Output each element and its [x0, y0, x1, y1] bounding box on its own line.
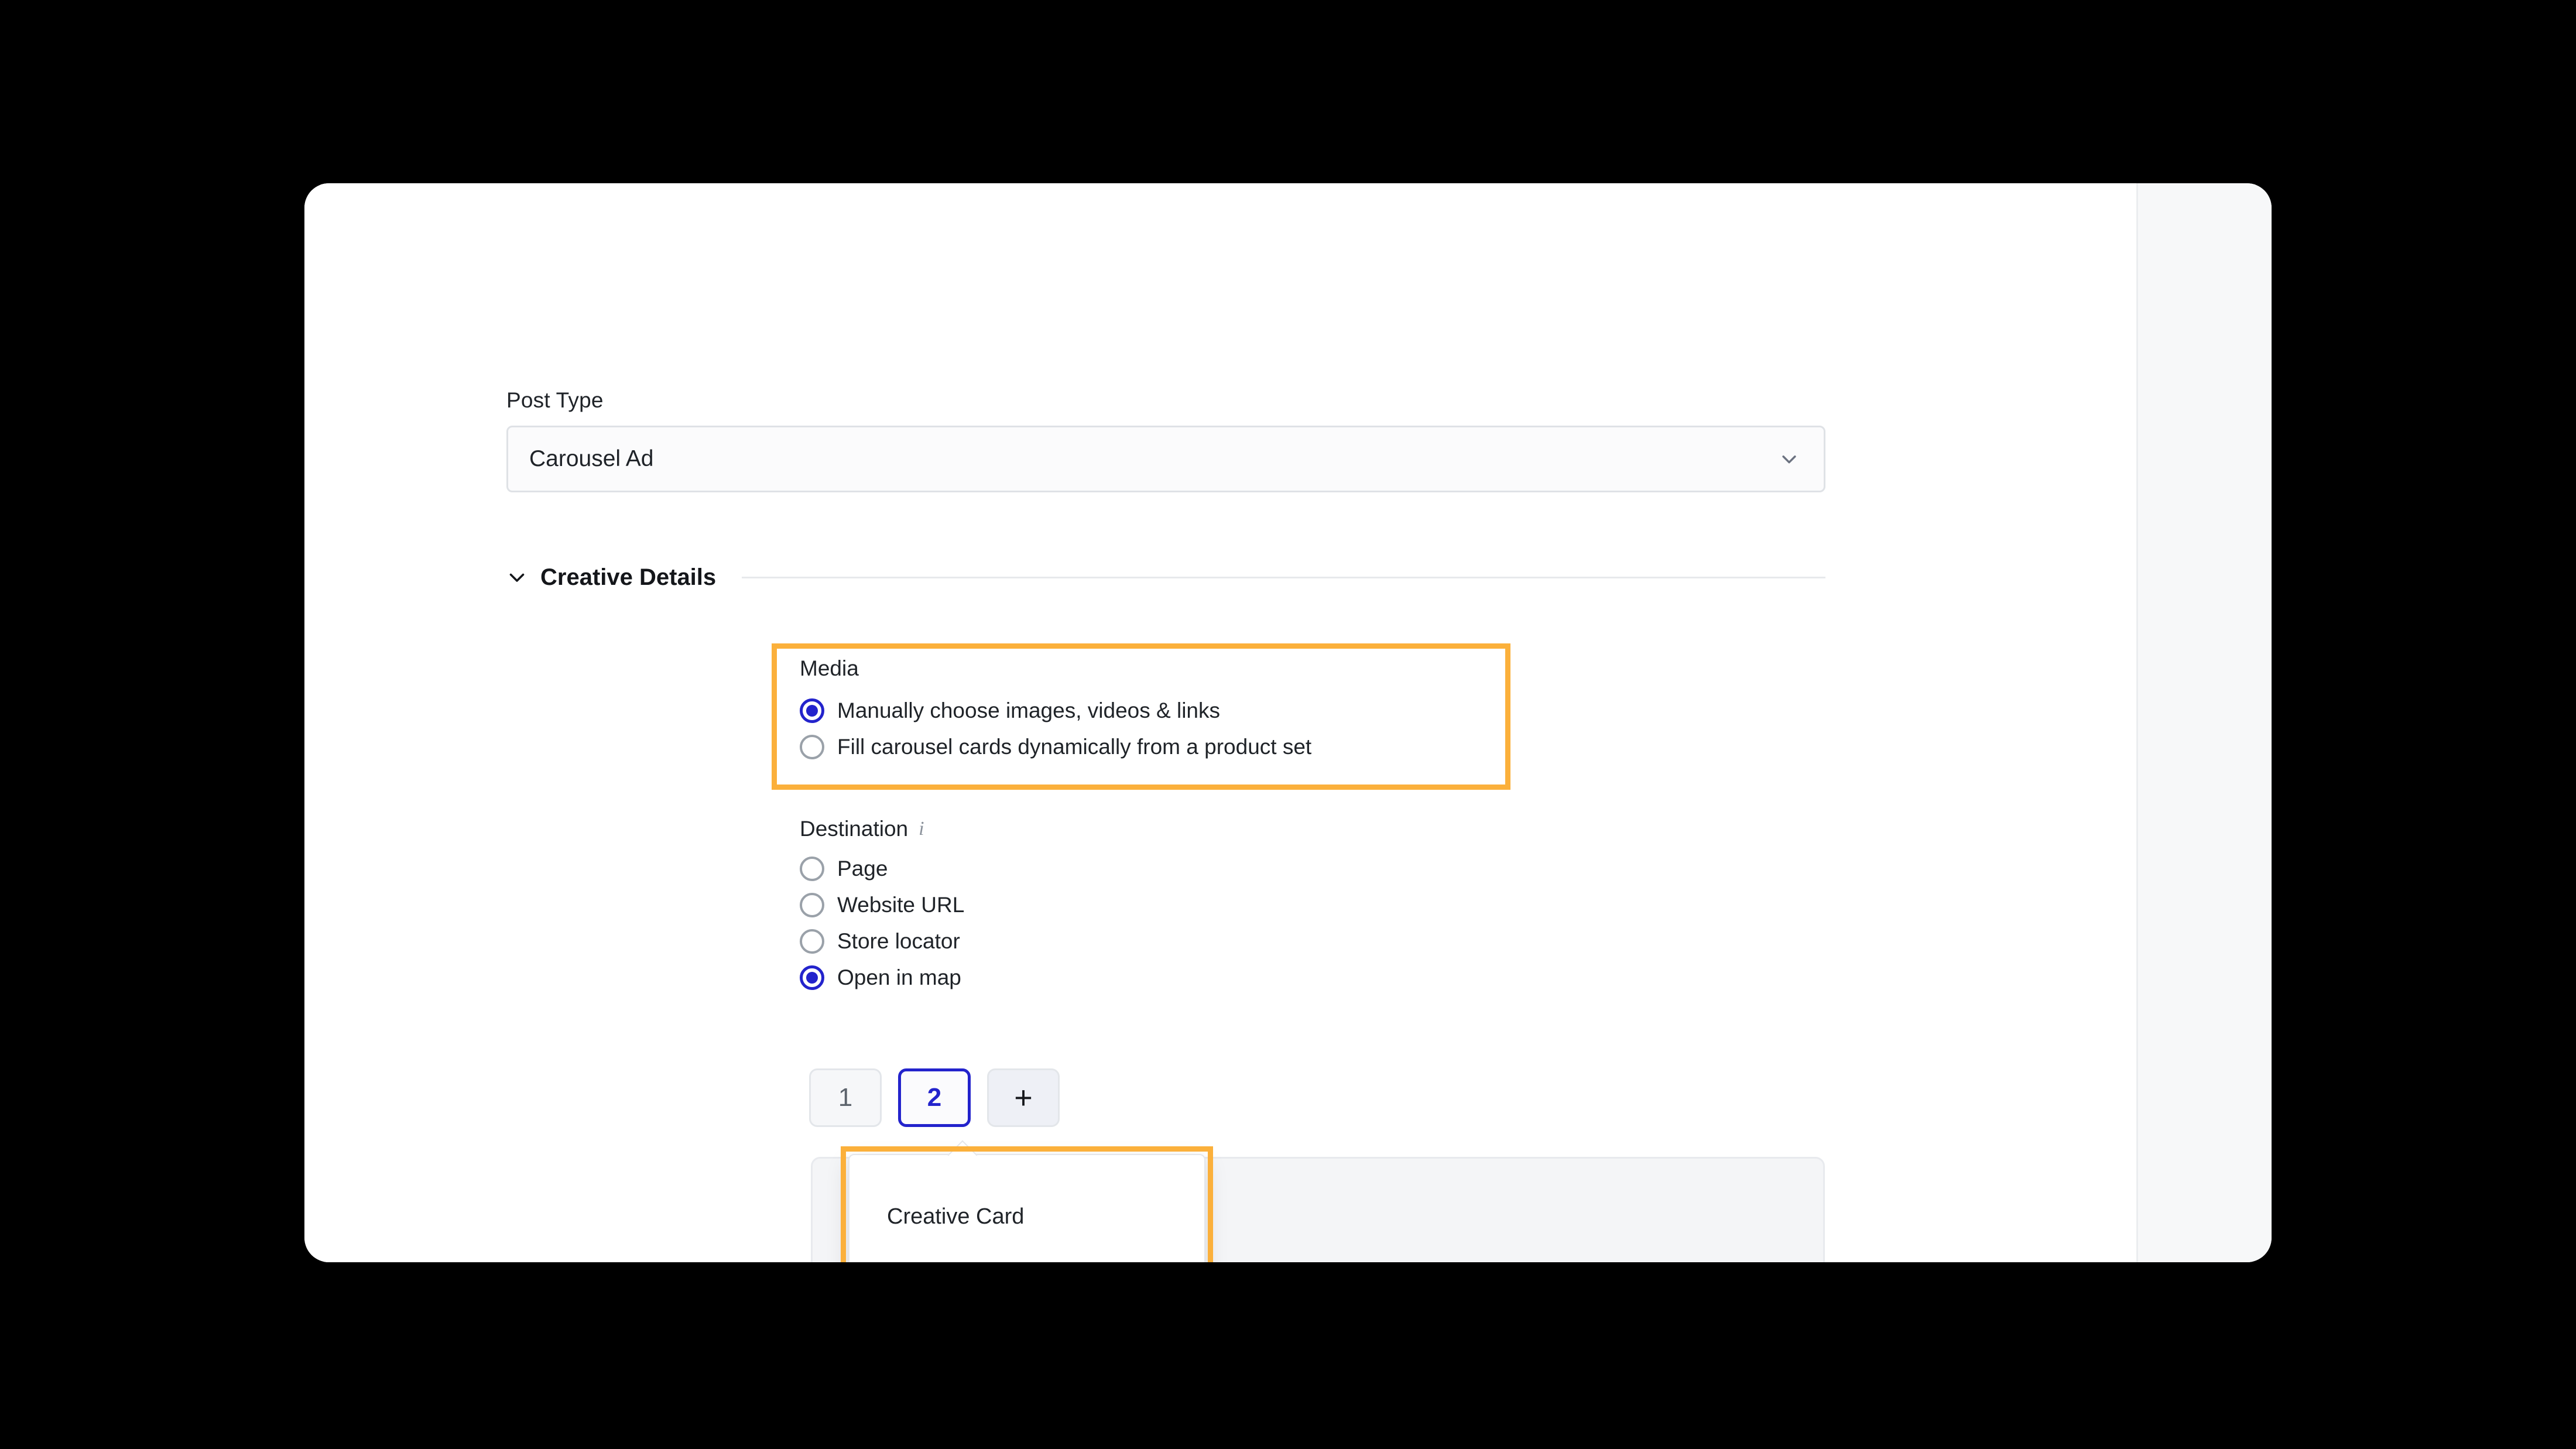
destination-option-store-locator[interactable]: Store locator	[800, 923, 964, 960]
section-divider	[742, 576, 1825, 578]
app-window: Post Type Carousel Ad Creative Details M…	[304, 183, 2272, 1262]
radio-icon-selected[interactable]	[800, 698, 824, 723]
destination-option-label: Page	[837, 857, 888, 881]
media-radio-group: Manually choose images, videos & links F…	[800, 693, 1311, 765]
chevron-down-icon	[506, 567, 527, 588]
destination-option-open-in-map[interactable]: Open in map	[800, 960, 964, 996]
creative-details-title: Creative Details	[540, 564, 717, 590]
post-type-selected-value: Carousel Ad	[529, 446, 654, 471]
radio-icon-selected[interactable]	[800, 965, 824, 990]
info-icon[interactable]: i	[919, 818, 924, 840]
radio-icon-unselected[interactable]	[800, 857, 824, 881]
destination-option-label: Store locator	[837, 929, 960, 953]
media-group: Media Manually choose images, videos & l…	[800, 656, 1311, 765]
radio-icon-unselected[interactable]	[800, 929, 824, 954]
post-type-select[interactable]: Carousel Ad	[506, 426, 1825, 492]
menu-item-creative-card[interactable]: Creative Card	[887, 1204, 1024, 1229]
radio-icon-unselected[interactable]	[800, 735, 824, 759]
creative-details-section-header[interactable]: Creative Details	[506, 561, 1825, 594]
destination-option-website-url[interactable]: Website URL	[800, 887, 964, 923]
card-tab-2[interactable]: 2	[898, 1068, 971, 1127]
card-type-menu: Creative Card Map Card Profile Card	[848, 1154, 1205, 1262]
destination-radio-group: Page Website URL Store locator Open in m…	[800, 851, 964, 996]
media-option-manual[interactable]: Manually choose images, videos & links	[800, 693, 1311, 729]
right-rail-panel	[2136, 183, 2272, 1262]
add-card-button[interactable]: +	[987, 1068, 1060, 1127]
destination-option-page[interactable]: Page	[800, 851, 964, 887]
destination-group: Destination i Page Website URL Store loc…	[800, 817, 964, 996]
destination-option-label: Open in map	[837, 965, 961, 989]
destination-label: Destination	[800, 817, 909, 841]
chevron-down-icon	[1779, 449, 1799, 469]
media-label: Media	[800, 656, 859, 680]
radio-icon-unselected[interactable]	[800, 893, 824, 917]
post-type-label: Post Type	[506, 388, 604, 412]
carousel-card-tabs: 1 2 +	[809, 1068, 1060, 1127]
form-scroll-column: Post Type Carousel Ad Creative Details M…	[304, 183, 2136, 1262]
media-option-label: Fill carousel cards dynamically from a p…	[837, 735, 1312, 759]
destination-header: Destination i	[800, 817, 964, 841]
card-tab-1[interactable]: 1	[809, 1068, 882, 1127]
media-option-label: Manually choose images, videos & links	[837, 698, 1220, 722]
destination-option-label: Website URL	[837, 893, 965, 917]
media-option-dynamic[interactable]: Fill carousel cards dynamically from a p…	[800, 729, 1311, 765]
